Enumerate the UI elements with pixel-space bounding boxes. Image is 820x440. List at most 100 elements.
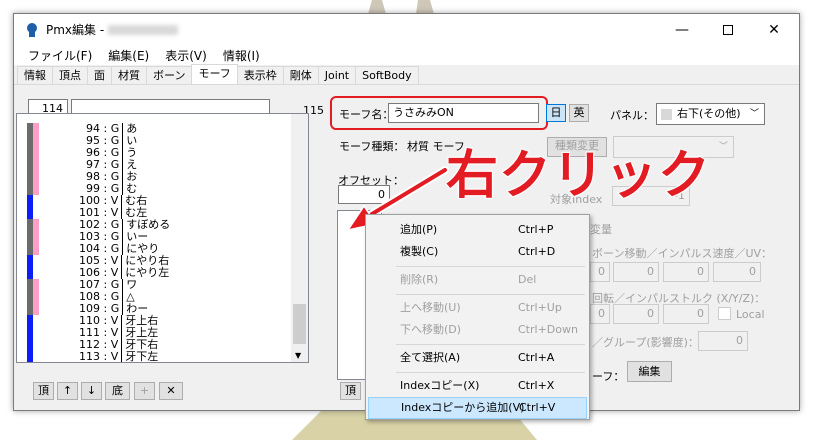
context-menu: 追加(P) Ctrl+P 複製(C) Ctrl+D 削除(R) Del 上へ移動(U)… bbox=[365, 214, 590, 420]
list-item[interactable]: 97 : Gえ bbox=[27, 159, 291, 171]
scroll-down-icon[interactable]: ▼ bbox=[295, 351, 301, 360]
move-bottom-button[interactable]: 底 bbox=[105, 382, 130, 400]
lang-jp-button[interactable]: 日 bbox=[546, 104, 566, 122]
list-item[interactable]: 99 : Gむ bbox=[27, 183, 291, 195]
tab-face[interactable]: 面 bbox=[87, 66, 112, 84]
tab-vertex[interactable]: 頂点 bbox=[52, 66, 88, 84]
delete-button[interactable]: ✕ bbox=[159, 382, 183, 400]
list-item[interactable]: 111 : V 牙上左 bbox=[27, 327, 291, 339]
list-item[interactable]: 109 : G わー bbox=[27, 303, 291, 315]
scrollbar-thumb[interactable] bbox=[293, 304, 306, 344]
tab-info[interactable]: 情報 bbox=[17, 66, 53, 84]
list-item[interactable]: 100 : V む右 bbox=[27, 195, 291, 207]
morph-rows: 94 : G あ 95 : G い 96 : G う 97 : G え 98 : G お 99 : … bbox=[27, 123, 291, 363]
amount-label: 変量 bbox=[590, 223, 612, 236]
ctx-add-from-index-copy[interactable]: Indexコピーから追加(V) Ctrl+V bbox=[368, 397, 587, 419]
close-button[interactable]: ✕ bbox=[751, 14, 797, 45]
window-title: Pmx編集 - bbox=[46, 23, 105, 37]
list-item[interactable]: 98 : Gお bbox=[27, 171, 291, 183]
ctx-add[interactable]: 追加(P) Ctrl+P bbox=[368, 219, 587, 241]
panel-label: パネル： bbox=[610, 109, 654, 122]
edit-button[interactable]: 編集 bbox=[627, 361, 672, 382]
move-z-input[interactable]: 0 bbox=[663, 262, 709, 282]
list-item[interactable]: 103 : G いー bbox=[27, 231, 291, 243]
ctx-index-copy[interactable]: Indexコピー(X) Ctrl+X bbox=[368, 375, 587, 397]
list-item[interactable]: 108 : G △ bbox=[27, 291, 291, 303]
ctx-duplicate[interactable]: 複製(C) Ctrl+D bbox=[368, 241, 587, 263]
tab-joint[interactable]: Joint bbox=[317, 66, 357, 84]
morph-list[interactable]: 94 : G あ 95 : G い 96 : G う 97 : G え 98 : G お 99 : … bbox=[16, 113, 309, 363]
tab-rigid-body[interactable]: 剛体 bbox=[282, 66, 319, 84]
move-up-button[interactable]: ↑ bbox=[57, 382, 78, 400]
tab-softbody[interactable]: SoftBody bbox=[355, 66, 419, 84]
panel-color-swatch bbox=[33, 171, 39, 183]
tab-strip: 情報 頂点 面 材質 ボーン モーフ 表示枠 剛体 Joint SoftBody bbox=[14, 64, 799, 85]
panel-value: 右下(その他) bbox=[677, 107, 741, 120]
tab-morph[interactable]: モーフ bbox=[191, 64, 238, 84]
add-button[interactable]: + bbox=[134, 382, 155, 400]
panel-color-swatch bbox=[33, 219, 39, 231]
list-item[interactable]: 102 : G すぼめる bbox=[27, 219, 291, 231]
maximize-button[interactable] bbox=[705, 14, 751, 45]
list-item[interactable]: 112 : V 牙下右 bbox=[27, 339, 291, 351]
offset-top-button[interactable]: 頂 bbox=[340, 382, 361, 400]
panel-color-swatch bbox=[33, 351, 39, 362]
panel-color-swatch bbox=[33, 183, 39, 195]
menu-info[interactable]: 情報(I) bbox=[215, 47, 268, 64]
minimize-button[interactable]: — bbox=[659, 14, 705, 45]
maximize-icon bbox=[723, 24, 733, 35]
list-scrollbar[interactable]: ▼ bbox=[291, 114, 308, 362]
bone-move-label: ボーン移動／インパルス速度／UV： bbox=[592, 247, 773, 260]
list-item-separator: : bbox=[100, 362, 111, 363]
list-item[interactable]: 95 : Gい bbox=[27, 135, 291, 147]
panel-color-swatch bbox=[33, 135, 39, 147]
ctx-label: 下へ移動(D) bbox=[400, 323, 462, 336]
move-down-button[interactable]: ↓ bbox=[81, 382, 102, 400]
panel-color-swatch bbox=[33, 159, 39, 171]
ctx-label: Indexコピー(X) bbox=[400, 379, 480, 392]
ctx-select-all[interactable]: 全て選択(A) Ctrl+A bbox=[368, 347, 587, 369]
lang-en-button[interactable]: 英 bbox=[569, 104, 589, 122]
panel-color-swatch bbox=[33, 207, 39, 219]
tab-display-frame[interactable]: 表示枠 bbox=[236, 66, 284, 84]
group-label: ／グループ(影響度)： bbox=[592, 336, 699, 349]
local-checkbox[interactable] bbox=[718, 307, 731, 320]
menu-edit[interactable]: 編集(E) bbox=[100, 47, 157, 64]
panel-color-swatch bbox=[33, 123, 39, 135]
close-icon: ✕ bbox=[768, 21, 780, 38]
menu-file[interactable]: ファイル(F) bbox=[20, 47, 100, 64]
ctx-shortcut: Ctrl+V bbox=[519, 401, 556, 414]
title-bar: Pmx編集 - — ✕ bbox=[14, 14, 799, 45]
move-w-input[interactable]: 0 bbox=[713, 262, 761, 282]
rot-y-input[interactable]: 0 bbox=[613, 304, 659, 324]
panel-color-swatch bbox=[33, 291, 39, 303]
ctx-label: 追加(P) bbox=[400, 223, 438, 236]
menu-view[interactable]: 表示(V) bbox=[157, 47, 215, 64]
panel-select[interactable]: 右下(その他) ﹀ bbox=[656, 103, 765, 125]
list-item[interactable]: 96 : Gう bbox=[27, 147, 291, 159]
panel-swatch bbox=[661, 109, 672, 120]
list-item[interactable]: 94 : Gあ bbox=[27, 123, 291, 135]
ctx-move-down[interactable]: 下へ移動(D) Ctrl+Down bbox=[368, 319, 587, 341]
list-item[interactable]: 106 : V にやり左 bbox=[27, 267, 291, 279]
annotation-highlight-box bbox=[330, 96, 548, 130]
rot-z-input[interactable]: 0 bbox=[663, 304, 709, 324]
ctx-move-up[interactable]: 上へ移動(U) Ctrl+Up bbox=[368, 297, 587, 319]
move-x-input[interactable]: 0 bbox=[590, 262, 610, 282]
list-item[interactable]: 110 : V 牙上右 bbox=[27, 315, 291, 327]
app-icon bbox=[27, 22, 37, 37]
list-item[interactable]: 107 : Gワ bbox=[27, 279, 291, 291]
panel-color-swatch bbox=[33, 243, 39, 255]
group-weight-input[interactable]: 0 bbox=[698, 331, 748, 351]
tab-bone[interactable]: ボーン bbox=[146, 66, 193, 84]
ctx-label: 複製(C) bbox=[400, 245, 439, 258]
background-ears bbox=[368, 0, 436, 14]
ctx-delete[interactable]: 削除(R) Del bbox=[368, 269, 587, 291]
move-y-input[interactable]: 0 bbox=[613, 262, 659, 282]
move-top-button[interactable]: 頂 bbox=[33, 382, 54, 400]
panel-color-swatch bbox=[33, 195, 39, 207]
rot-x-input[interactable]: 0 bbox=[590, 304, 610, 324]
ctx-label: 削除(R) bbox=[400, 273, 439, 286]
tab-material[interactable]: 材質 bbox=[111, 66, 147, 84]
ctx-shortcut: Ctrl+P bbox=[518, 223, 554, 236]
